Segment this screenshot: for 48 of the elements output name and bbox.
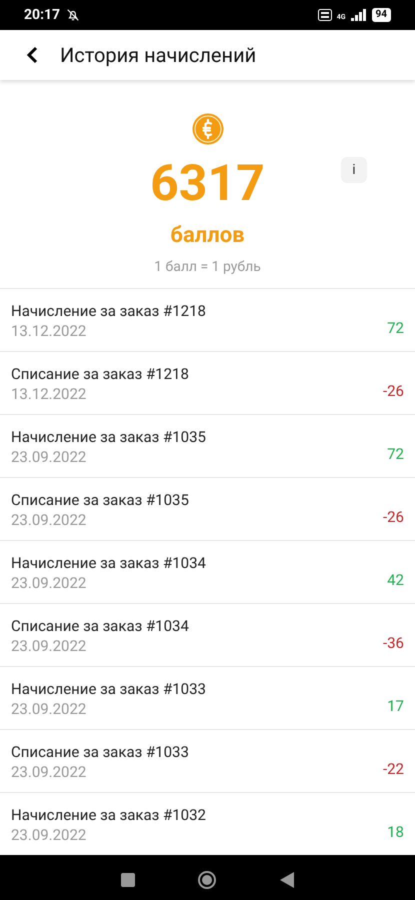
- square-icon[interactable]: [121, 873, 136, 887]
- transaction-date: 23.09.2022: [11, 636, 88, 656]
- transaction-amount: 42: [387, 570, 404, 590]
- transaction-amount: 17: [387, 696, 404, 716]
- transaction-amount: -26: [382, 506, 404, 528]
- transaction-date: 23.09.2022: [11, 699, 88, 719]
- transaction-title: Начисление за заказ #1032: [11, 805, 206, 825]
- transaction-row[interactable]: Начисление за заказ #1218 13.12.2022 72: [0, 288, 415, 351]
- back-triangle-icon[interactable]: [280, 872, 294, 888]
- transaction-title: Начисление за заказ #1033: [11, 679, 206, 699]
- exchange-rate: 1 балл = 1 рубль: [154, 258, 261, 277]
- bell-off-icon: [66, 8, 80, 22]
- points-unit: баллов: [170, 225, 245, 247]
- transaction-date: 13.12.2022: [11, 321, 88, 341]
- home-icon[interactable]: [197, 870, 218, 890]
- transaction-date: 23.09.2022: [11, 762, 88, 782]
- info-button[interactable]: i: [341, 157, 367, 183]
- transaction-row[interactable]: Начисление за заказ #1034 23.09.2022 42: [0, 540, 415, 603]
- transaction-amount: -22: [382, 758, 404, 780]
- transaction-row[interactable]: Начисление за заказ #1033 23.09.2022 17: [0, 666, 415, 729]
- transaction-date: 23.09.2022: [11, 573, 88, 593]
- transaction-amount: 72: [387, 318, 404, 338]
- transaction-row[interactable]: Списание за заказ #1035 23.09.2022 -26: [0, 477, 415, 540]
- transaction-title: Списание за заказ #1218: [11, 364, 189, 384]
- transaction-date: 13.12.2022: [11, 384, 88, 404]
- coin-icon: [192, 113, 224, 145]
- transaction-row[interactable]: Начисление за заказ #1035 23.09.2022 72: [0, 414, 415, 477]
- transaction-amount: -26: [382, 380, 404, 402]
- transaction-row[interactable]: Списание за заказ #1034 23.09.2022 -36: [0, 603, 415, 666]
- transaction-title: Списание за заказ #1033: [11, 742, 189, 762]
- transaction-date: 23.09.2022: [11, 510, 88, 530]
- transaction-amount: 72: [387, 444, 404, 464]
- transaction-title: Начисление за заказ #1218: [11, 301, 206, 321]
- transaction-title: Списание за заказ #1035: [11, 490, 189, 510]
- battery-indicator: 94: [372, 8, 391, 22]
- transaction-title: Списание за заказ #1034: [11, 616, 189, 636]
- transaction-row[interactable]: Списание за заказ #1218 13.12.2022 -26: [0, 351, 415, 414]
- transaction-amount: 18: [387, 822, 404, 842]
- signal-icon: [350, 9, 367, 21]
- transaction-date: 23.09.2022: [11, 447, 88, 467]
- transaction-amount: -36: [382, 632, 404, 654]
- transaction-row[interactable]: Списание за заказ #1033 23.09.2022 -22: [0, 729, 415, 792]
- points-balance: 6317: [150, 159, 265, 209]
- clock: 20:17: [24, 6, 60, 24]
- transaction-title: Начисление за заказ #1035: [11, 427, 206, 447]
- page-title: История начислений: [60, 42, 256, 69]
- transaction-date: 23.09.2022: [11, 825, 88, 845]
- transaction-title: Начисление за заказ #1034: [11, 553, 206, 573]
